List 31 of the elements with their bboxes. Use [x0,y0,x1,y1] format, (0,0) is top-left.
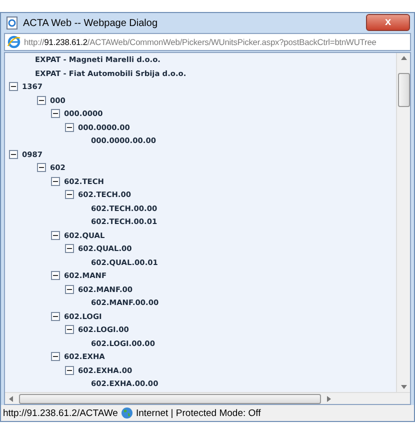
scroll-thumb[interactable] [19,394,321,404]
globe-icon [120,407,133,419]
scroll-down-icon[interactable] [400,385,406,389]
collapse-toggle[interactable] [65,284,74,294]
collapse-toggle[interactable] [65,244,74,254]
collapse-toggle[interactable] [51,352,60,362]
collapse-toggle[interactable] [51,230,60,240]
scroll-left-icon[interactable] [9,396,13,402]
page-icon [5,16,19,30]
collapse-toggle[interactable] [65,325,74,334]
address-field: http://91.238.61.2/ACTAWeb/CommonWeb/Pickers/WUnitsPicker.aspx?postBackCtrl=btnWUTree [4,33,411,51]
collapse-toggle[interactable] [51,109,60,118]
horizontal-scrollbar[interactable] [5,392,410,404]
collapse-toggle[interactable] [65,366,74,375]
collapse-toggle[interactable] [37,96,46,105]
collapse-toggle[interactable] [51,176,60,186]
collapse-toggle[interactable] [51,312,60,321]
window-title: ACTA Web -- Webpage Dialog [23,18,159,28]
collapse-toggle[interactable] [9,150,18,159]
browser-icon [7,35,21,49]
scroll-up-icon[interactable] [400,56,406,60]
scroll-thumb[interactable] [398,73,410,107]
collapse-toggle[interactable] [65,122,74,132]
scroll-right-icon[interactable] [327,396,331,402]
status-url: http://91.238.61.2/ACTAWe [3,408,118,418]
collapse-toggle[interactable] [65,190,74,200]
status-zone: Internet | Protected Mode: Off [136,408,261,418]
collapse-toggle[interactable] [37,163,46,172]
vertical-scrollbar[interactable] [396,53,410,392]
collapse-toggle[interactable] [9,82,18,92]
collapse-toggle[interactable] [51,271,60,280]
